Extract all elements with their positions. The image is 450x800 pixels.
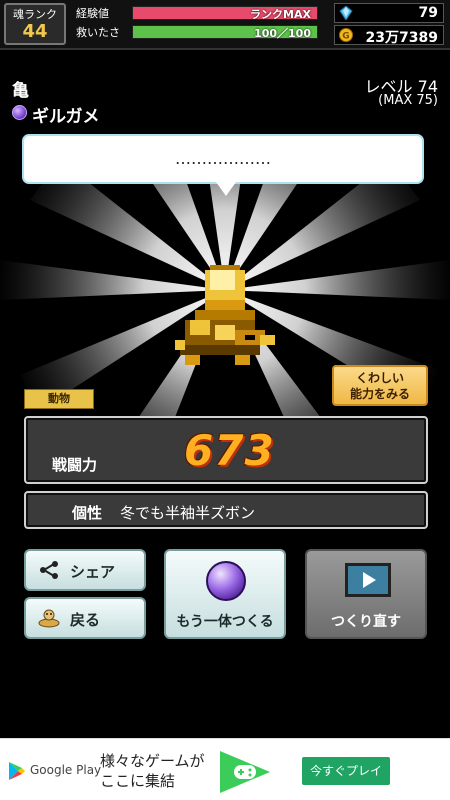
ad-headline: 様々なゲームが ここに集結 <box>100 751 205 791</box>
category-tag: 動物 <box>24 389 94 409</box>
character-name: ギルガメ <box>32 107 100 127</box>
speech-text: ……………… <box>175 149 271 168</box>
hp-bar-text: 100／100 <box>254 27 311 40</box>
ad-play-now-button[interactable]: 今すぐプレイ <box>302 757 390 785</box>
exp-label: 経験値 <box>76 7 109 20</box>
purple-orb-icon <box>12 105 27 120</box>
speech-bubble-tail <box>216 182 236 196</box>
speech-bubble: ……………… <box>22 134 424 184</box>
back-icon <box>38 609 60 628</box>
details-button-line2: 能力をみる <box>349 387 410 401</box>
hp-label: 救いたさ <box>76 26 120 39</box>
combat-power-label: 戦闘力 <box>52 456 98 474</box>
species-label: 亀 <box>12 81 29 101</box>
redo-label: つくり直す <box>331 614 401 630</box>
gold-coin-icon: G <box>339 28 353 42</box>
exp-bar: ランクMAX <box>132 6 318 21</box>
gem-counter[interactable]: 79 <box>334 3 444 23</box>
view-details-button[interactable]: くわしい 能力をみる <box>332 365 428 406</box>
personality-panel: 個性 冬でも半袖半ズボン <box>24 491 428 529</box>
combat-power-value: 673 <box>184 426 275 475</box>
share-button-label: シェア <box>70 563 116 581</box>
stat-labels: 経験値 救いたさ <box>76 4 120 42</box>
level-max-label: (MAX 75) <box>378 93 438 108</box>
google-play-brand: Google Play <box>30 763 102 777</box>
gem-icon <box>339 6 353 20</box>
share-button[interactable]: シェア <box>24 549 146 591</box>
back-button[interactable]: 戻る <box>24 597 146 639</box>
personality-label: 個性 <box>72 504 103 522</box>
gold-counter[interactable]: G 23万7389 <box>334 25 444 46</box>
back-button-label: 戻る <box>70 611 101 629</box>
make-another-label: もう一体つくる <box>176 614 274 630</box>
personality-value: 冬でも半袖半ズボン <box>120 504 256 522</box>
svg-text:G: G <box>342 32 349 42</box>
details-button-line1: くわしい <box>355 371 404 385</box>
gem-count: 79 <box>418 5 438 21</box>
ad-line2: ここに集結 <box>100 772 176 790</box>
soul-rank-box: 魂ランク 44 <box>4 3 66 45</box>
character-sprite <box>175 265 275 365</box>
soul-rank-value: 44 <box>22 21 48 42</box>
exp-bar-text: ランクMAX <box>250 8 311 21</box>
status-hud: 魂ランク 44 経験値 救いたさ ランクMAX 100／100 79 G 23万… <box>0 0 450 50</box>
gamepad-icon <box>220 751 270 793</box>
video-icon <box>345 563 391 597</box>
hp-bar: 100／100 <box>132 25 318 40</box>
soul-rank-label: 魂ランク <box>13 8 57 21</box>
make-another-button[interactable]: もう一体つくる <box>164 549 286 639</box>
gold-count: 23万7389 <box>365 30 438 46</box>
redo-button[interactable]: つくり直す <box>305 549 427 639</box>
ad-line1: 様々なゲームが <box>100 752 205 770</box>
ad-banner[interactable]: Google Play 様々なゲームが ここに集結 今すぐプレイ <box>0 738 450 800</box>
combat-power-panel: 戦闘力 673 <box>24 416 428 484</box>
share-icon <box>40 561 58 579</box>
purple-orb-icon <box>206 561 246 601</box>
google-play-icon <box>9 762 25 780</box>
